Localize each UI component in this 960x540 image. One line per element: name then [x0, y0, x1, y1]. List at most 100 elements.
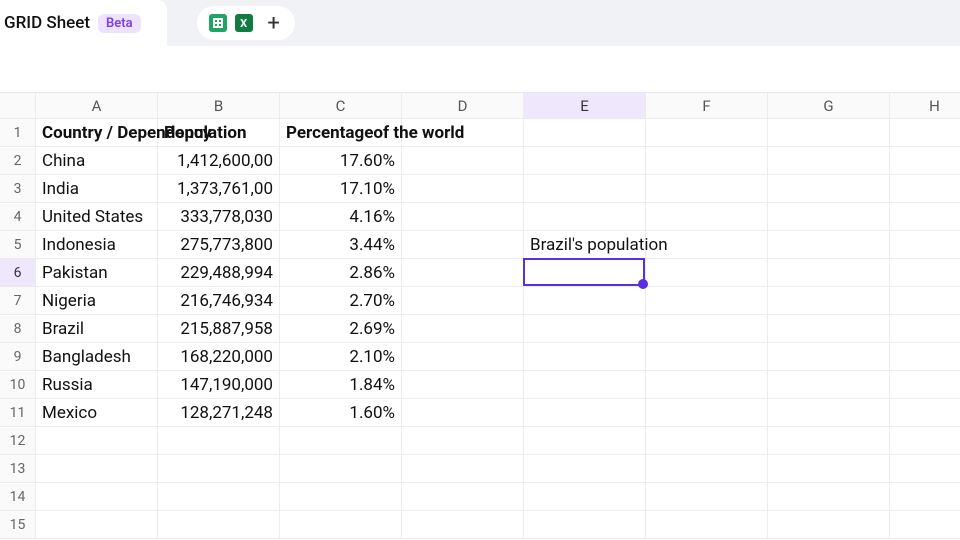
- cell-E13[interactable]: [524, 455, 646, 483]
- cell-F10[interactable]: [646, 371, 768, 399]
- col-header-a[interactable]: A: [36, 93, 158, 119]
- col-header-b[interactable]: B: [158, 93, 280, 119]
- cell-B2[interactable]: 1,412,600,00: [158, 147, 280, 175]
- cell-H7[interactable]: [890, 287, 960, 315]
- cell-H10[interactable]: [890, 371, 960, 399]
- cell-B5[interactable]: 275,773,800: [158, 231, 280, 259]
- add-tab-button[interactable]: +: [265, 14, 283, 32]
- cell-C5[interactable]: 3.44%: [280, 231, 402, 259]
- cell-H12[interactable]: [890, 427, 960, 455]
- cell-H5[interactable]: [890, 231, 960, 259]
- cell-G12[interactable]: [768, 427, 890, 455]
- row-header-4[interactable]: 4: [0, 203, 36, 231]
- cell-B9[interactable]: 168,220,000: [158, 343, 280, 371]
- cell-F14[interactable]: [646, 483, 768, 511]
- cell-F2[interactable]: [646, 147, 768, 175]
- cell-G3[interactable]: [768, 175, 890, 203]
- cell-H13[interactable]: [890, 455, 960, 483]
- cell-D4[interactable]: [402, 203, 524, 231]
- row-header-6[interactable]: 6: [0, 259, 36, 287]
- cell-D10[interactable]: [402, 371, 524, 399]
- cell-F9[interactable]: [646, 343, 768, 371]
- cell-G9[interactable]: [768, 343, 890, 371]
- cell-C10[interactable]: 1.84%: [280, 371, 402, 399]
- cell-A7[interactable]: Nigeria: [36, 287, 158, 315]
- cell-H9[interactable]: [890, 343, 960, 371]
- cell-D12[interactable]: [402, 427, 524, 455]
- cell-B13[interactable]: [158, 455, 280, 483]
- cell-E11[interactable]: [524, 399, 646, 427]
- cell-C14[interactable]: [280, 483, 402, 511]
- cell-F7[interactable]: [646, 287, 768, 315]
- cell-G4[interactable]: [768, 203, 890, 231]
- cell-D11[interactable]: [402, 399, 524, 427]
- col-header-g[interactable]: G: [768, 93, 890, 119]
- cell-A3[interactable]: India: [36, 175, 158, 203]
- cell-H6[interactable]: [890, 259, 960, 287]
- cell-A2[interactable]: China: [36, 147, 158, 175]
- cell-B4[interactable]: 333,778,030: [158, 203, 280, 231]
- cell-D13[interactable]: [402, 455, 524, 483]
- cell-E1[interactable]: [524, 119, 646, 147]
- row-header-13[interactable]: 13: [0, 455, 36, 483]
- cell-G6[interactable]: [768, 259, 890, 287]
- cell-A5[interactable]: Indonesia: [36, 231, 158, 259]
- cell-C9[interactable]: 2.10%: [280, 343, 402, 371]
- cell-D8[interactable]: [402, 315, 524, 343]
- cell-G8[interactable]: [768, 315, 890, 343]
- cell-A12[interactable]: [36, 427, 158, 455]
- cell-B6[interactable]: 229,488,994: [158, 259, 280, 287]
- cell-F15[interactable]: [646, 511, 768, 539]
- cell-A4[interactable]: United States: [36, 203, 158, 231]
- cell-G10[interactable]: [768, 371, 890, 399]
- row-header-5[interactable]: 5: [0, 231, 36, 259]
- cell-F6[interactable]: [646, 259, 768, 287]
- row-header-2[interactable]: 2: [0, 147, 36, 175]
- cell-E3[interactable]: [524, 175, 646, 203]
- cell-H3[interactable]: [890, 175, 960, 203]
- row-header-12[interactable]: 12: [0, 427, 36, 455]
- cell-F13[interactable]: [646, 455, 768, 483]
- cell-E9[interactable]: [524, 343, 646, 371]
- cell-F3[interactable]: [646, 175, 768, 203]
- cell-A6[interactable]: Pakistan: [36, 259, 158, 287]
- google-sheets-icon[interactable]: [209, 14, 227, 32]
- cell-H14[interactable]: [890, 483, 960, 511]
- cell-E7[interactable]: [524, 287, 646, 315]
- cell-F4[interactable]: [646, 203, 768, 231]
- spreadsheet[interactable]: A B C D E F G H 1Country / DependencyPop…: [0, 92, 960, 539]
- col-header-h[interactable]: H: [890, 93, 960, 119]
- cell-B12[interactable]: [158, 427, 280, 455]
- cell-H1[interactable]: [890, 119, 960, 147]
- col-header-f[interactable]: F: [646, 93, 768, 119]
- cell-D2[interactable]: [402, 147, 524, 175]
- cell-C2[interactable]: 17.60%: [280, 147, 402, 175]
- row-header-14[interactable]: 14: [0, 483, 36, 511]
- col-header-e[interactable]: E: [524, 93, 646, 119]
- row-header-15[interactable]: 15: [0, 511, 36, 539]
- cell-C13[interactable]: [280, 455, 402, 483]
- row-header-10[interactable]: 10: [0, 371, 36, 399]
- cell-G2[interactable]: [768, 147, 890, 175]
- cell-E2[interactable]: [524, 147, 646, 175]
- cell-A9[interactable]: Bangladesh: [36, 343, 158, 371]
- cell-E10[interactable]: [524, 371, 646, 399]
- row-header-7[interactable]: 7: [0, 287, 36, 315]
- cell-C15[interactable]: [280, 511, 402, 539]
- cell-G5[interactable]: [768, 231, 890, 259]
- cell-F1[interactable]: [646, 119, 768, 147]
- excel-icon[interactable]: [235, 14, 253, 32]
- cell-F11[interactable]: [646, 399, 768, 427]
- cell-C8[interactable]: 2.69%: [280, 315, 402, 343]
- cell-E6[interactable]: [524, 259, 646, 287]
- cell-A1[interactable]: Country / Dependency: [36, 119, 158, 147]
- cell-D15[interactable]: [402, 511, 524, 539]
- cell-D14[interactable]: [402, 483, 524, 511]
- cell-C7[interactable]: 2.70%: [280, 287, 402, 315]
- row-header-11[interactable]: 11: [0, 399, 36, 427]
- cell-A15[interactable]: [36, 511, 158, 539]
- col-header-c[interactable]: C: [280, 93, 402, 119]
- cell-B10[interactable]: 147,190,000: [158, 371, 280, 399]
- cell-G15[interactable]: [768, 511, 890, 539]
- cell-B8[interactable]: 215,887,958: [158, 315, 280, 343]
